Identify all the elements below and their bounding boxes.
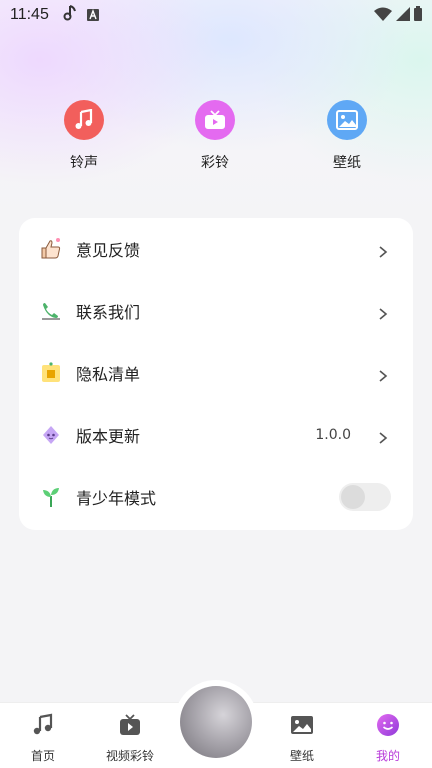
status-bar: 11:45 [0,0,432,30]
center-play-disc[interactable] [174,680,258,764]
status-time: 11:45 [10,6,49,23]
menu-item-label: 隐私清单 [76,365,141,384]
nav-mine[interactable]: 我的 [348,713,428,764]
signal-icon [396,6,410,25]
wifi-icon [374,6,392,25]
tv-play-icon [195,100,235,140]
chevron-right-icon [377,305,389,320]
shortcut-label: 铃声 [70,155,98,171]
toggle-knob [341,485,365,509]
nav-home[interactable]: 首页 [3,713,83,764]
teen-mode-toggle[interactable] [339,483,391,511]
menu-item-label: 青少年模式 [76,489,157,508]
shortcut-wallpaper[interactable]: 壁纸 [307,100,387,172]
picture-icon [327,100,367,140]
menu-item-label: 联系我们 [76,303,141,322]
menu-item-feedback[interactable]: 意见反馈 [19,218,413,280]
album-disc-image [180,686,252,758]
nav-label: 首页 [30,749,55,763]
music-status-icon [63,5,77,25]
sprout-icon [38,484,64,510]
nav-label: 视频彩铃 [105,749,154,763]
version-value: 1.0.0 [315,427,351,443]
version-update-icon [38,422,64,448]
nav-wallpaper[interactable]: 壁纸 [262,713,342,764]
keyboard-status-icon [86,6,99,25]
music-note-icon [31,713,55,741]
picture-icon [290,713,314,741]
menu-item-contact[interactable]: 联系我们 [19,280,413,342]
shortcut-ringtone[interactable]: 铃声 [44,100,124,172]
menu-item-label: 版本更新 [76,427,141,446]
menu-item-teen-mode: 青少年模式 [19,466,413,528]
chevron-right-icon [377,243,389,258]
settings-card: 意见反馈 联系我们 隐私清单 版本更新 1.0.0 青少年模式 [19,218,413,530]
nav-video-ring[interactable]: 视频彩铃 [90,713,170,764]
feedback-thumb-icon [38,236,64,262]
menu-item-label: 意见反馈 [76,241,141,260]
nav-label: 壁纸 [289,749,314,763]
shortcut-grid: 铃声 彩铃 壁纸 [0,100,432,180]
menu-item-version[interactable]: 版本更新 1.0.0 [19,404,413,466]
tv-play-icon [118,713,142,741]
nav-label: 我的 [375,749,400,763]
smile-icon [376,713,400,741]
chevron-right-icon [377,429,389,444]
chevron-right-icon [377,367,389,382]
music-note-icon [64,100,104,140]
shortcut-color-ring[interactable]: 彩铃 [175,100,255,172]
menu-item-privacy[interactable]: 隐私清单 [19,342,413,404]
battery-icon [414,5,422,25]
privacy-list-icon [38,360,64,386]
shortcut-label: 彩铃 [201,155,229,171]
phone-icon [38,298,64,324]
shortcut-label: 壁纸 [333,155,361,171]
